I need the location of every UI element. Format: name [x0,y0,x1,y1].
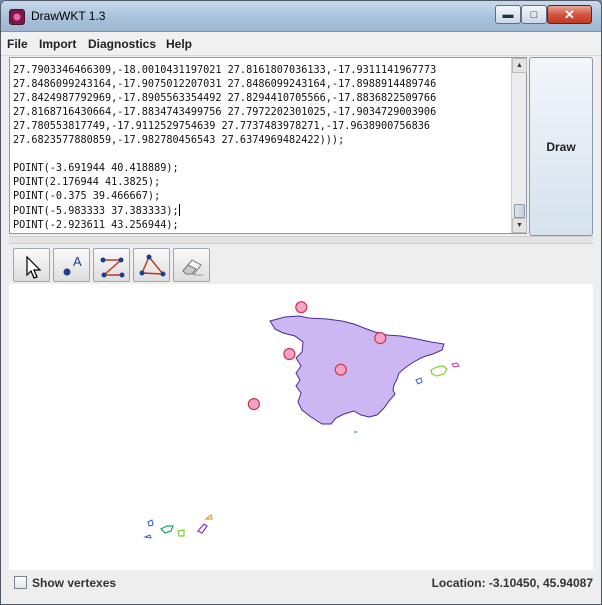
mallorca-island [430,365,448,377]
canary-island-4 [177,529,185,537]
scroll-up-button[interactable]: ▲ [512,58,527,73]
polygon-icon [139,254,166,277]
code-line: 27.7903346466309,-18.0010431197021 27.81… [13,65,437,76]
close-icon: ✕ [564,6,575,22]
wkt-point-marker [334,363,347,376]
line-icon [100,257,125,278]
app-icon [9,9,25,25]
canary-island-6 [204,513,213,520]
code-line: 27.8168716430664,-17.8834743499756 27.79… [13,107,437,118]
editor-scrollbar[interactable]: ▲ ▼ [511,58,527,233]
code-line: POINT(-2.923611 43.256944); [13,220,179,231]
status-bar: Show vertexes Location: -3.10450, 45.940… [9,573,593,595]
wkt-point-marker [283,347,296,361]
split-pane-divider[interactable] [9,236,593,244]
ibiza-island [415,377,423,385]
code-line: POINT(2.176944 41.3825); [13,177,161,188]
wkt-point-marker [374,331,387,345]
draw-button[interactable]: Draw [529,57,593,236]
menu-file[interactable]: File [7,37,28,51]
line-tool-button[interactable] [93,248,130,282]
wkt-point-marker [247,397,260,411]
menu-import[interactable]: Import [39,37,76,51]
code-line: 27.6823577880859,-17.982780456543 27.637… [13,135,345,146]
canary-island-3 [159,525,174,534]
svg-text:A: A [73,254,82,269]
maximize-icon: □ [530,8,538,21]
wkt-point-marker [295,301,308,314]
title-bar[interactable]: DrawWKT 1.3 ▬ □ ✕ [1,1,601,32]
point-label-icon: A [63,254,82,276]
window-title: DrawWKT 1.3 [31,9,106,23]
menu-help[interactable]: Help [166,37,192,51]
wkt-text-area[interactable]: 27.7903346466309,-18.0010431197021 27.81… [9,57,527,234]
close-button[interactable]: ✕ [547,5,592,24]
drawwkt-window: DrawWKT 1.3 ▬ □ ✕ File Import Diagnostic… [0,0,602,605]
canary-island-1 [147,519,154,527]
code-line: 27.780553817749,-17.9112529754639 27.773… [13,121,431,132]
minimize-icon: ▬ [502,8,514,21]
minimize-button[interactable]: ▬ [495,5,521,24]
eraser-tool-button[interactable] [173,248,210,282]
wkt-code: 27.7903346466309,-18.0010431197021 27.81… [13,50,511,261]
menorca-island [451,362,460,368]
eraser-icon [182,259,203,276]
pointer-icon [26,255,42,279]
code-line: 27.8486099243164,-17.9075012207031 27.84… [13,79,437,90]
code-line: POINT(-5.983333 37.383333); [13,204,511,219]
canary-island-2 [143,534,152,539]
drawing-canvas[interactable] [9,284,593,570]
arrow-up-icon: ▲ [516,62,523,69]
add-point-label-tool-button[interactable]: A [53,248,90,282]
show-vertexes-label[interactable]: Show vertexes [32,576,116,590]
scroll-thumb[interactable] [514,204,525,218]
code-line-text: POINT(-5.983333 37.383333); [13,206,179,217]
pointer-tool-button[interactable] [13,248,50,282]
location-readout: Location: -3.10450, 45.94087 [431,576,593,590]
arrow-down-icon: ▼ [516,222,523,229]
map-svg[interactable] [9,284,593,570]
maximize-button[interactable]: □ [521,5,547,24]
show-vertexes-checkbox[interactable] [14,576,27,589]
canary-island-5 [197,523,208,534]
polygon-tool-button[interactable] [133,248,170,282]
code-line: POINT(-0.375 39.466667); [13,191,161,202]
scroll-down-button[interactable]: ▼ [512,218,527,233]
tool-bar: A [9,244,593,284]
iberia-polygon [269,315,445,425]
code-line: 27.8424987792969,-17.8905563354492 27.82… [13,93,437,104]
menu-diagnostics[interactable]: Diagnostics [88,37,156,51]
text-caret [178,204,180,216]
code-line: POINT(-3.691944 40.418889); [13,163,179,174]
